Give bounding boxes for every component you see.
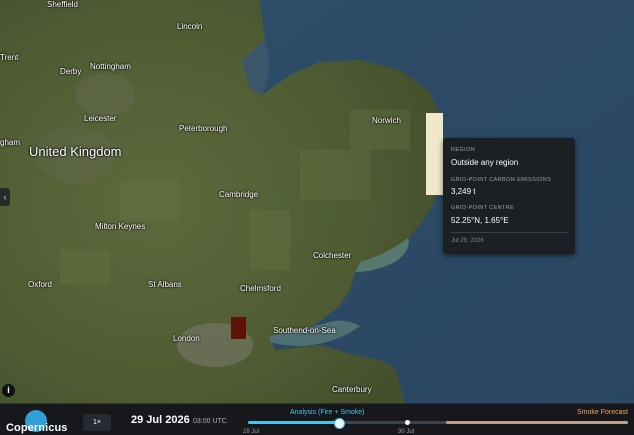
place-label-st-albans: St Albans — [148, 280, 182, 289]
timeline-marker-dot — [405, 420, 410, 425]
grid-point-tooltip: REGION Outside any region GRID-POINT CAR… — [443, 138, 575, 254]
tooltip-emissions-value: 3,249 t — [451, 187, 476, 196]
tooltip-centre-label: GRID-POINT CENTRE — [451, 205, 515, 211]
place-label-peterborough: Peterborough — [179, 124, 228, 133]
tooltip-divider — [451, 232, 568, 233]
place-label-southend: Southend-on-Sea — [273, 326, 336, 335]
place-label-norwich: Norwich — [372, 116, 401, 125]
current-time: 03:00 UTC — [193, 418, 227, 425]
tooltip-date: Jul 29, 2026 — [451, 238, 484, 244]
info-button[interactable]: i — [2, 384, 15, 397]
timeline-forecast-segment — [445, 421, 628, 424]
place-label-canterbury: Canterbury — [332, 385, 372, 394]
timeline-tick-28: 28 Jul — [243, 429, 260, 435]
tooltip-region-label: REGION — [451, 147, 476, 153]
place-label-colchester: Colchester — [313, 251, 352, 260]
place-label-oxford: Oxford — [28, 280, 53, 289]
place-label-chelmsford: Chelmsford — [240, 284, 281, 293]
timeline-track[interactable] — [248, 421, 628, 424]
place-label-sheffield: Sheffield — [47, 0, 78, 9]
highlighted-grid-cell[interactable] — [426, 113, 443, 195]
place-label-trent: Trent — [0, 53, 19, 62]
place-label-united-kingdom: United Kingdom — [29, 144, 122, 159]
timeline-progress-fill — [248, 421, 340, 424]
place-label-birmingham-partial: gham — [0, 138, 21, 147]
analysis-mode-label[interactable]: Analysis (Fire + Smoke) — [290, 409, 365, 416]
place-label-nottingham: Nottingham — [90, 62, 131, 71]
playback-speed-button[interactable]: 1× — [83, 414, 111, 431]
copernicus-logo: Copernicus — [6, 422, 68, 434]
tooltip-region-value: Outside any region — [451, 158, 519, 167]
tooltip-emissions-label: GRID-POINT CARBON EMISSIONS — [451, 177, 552, 183]
place-label-leicester: Leicester — [84, 114, 117, 123]
smoke-forecast-label[interactable]: Smoke Forecast — [577, 409, 628, 416]
tooltip-centre-value: 52.25°N, 1.65°E — [451, 216, 509, 225]
place-label-lincoln: Lincoln — [177, 22, 203, 31]
side-panel-toggle[interactable]: ‹ — [0, 188, 10, 206]
current-date: 29 Jul 2026 — [131, 414, 190, 426]
place-label-derby: Derby — [60, 67, 82, 76]
emission-grid-cell[interactable] — [231, 317, 246, 339]
timeline-tick-30: 30 Jul — [398, 429, 415, 435]
place-label-cambridge: Cambridge — [219, 190, 259, 199]
place-label-milton-keynes: Milton Keynes — [95, 222, 146, 231]
place-label-london: London — [173, 334, 200, 343]
